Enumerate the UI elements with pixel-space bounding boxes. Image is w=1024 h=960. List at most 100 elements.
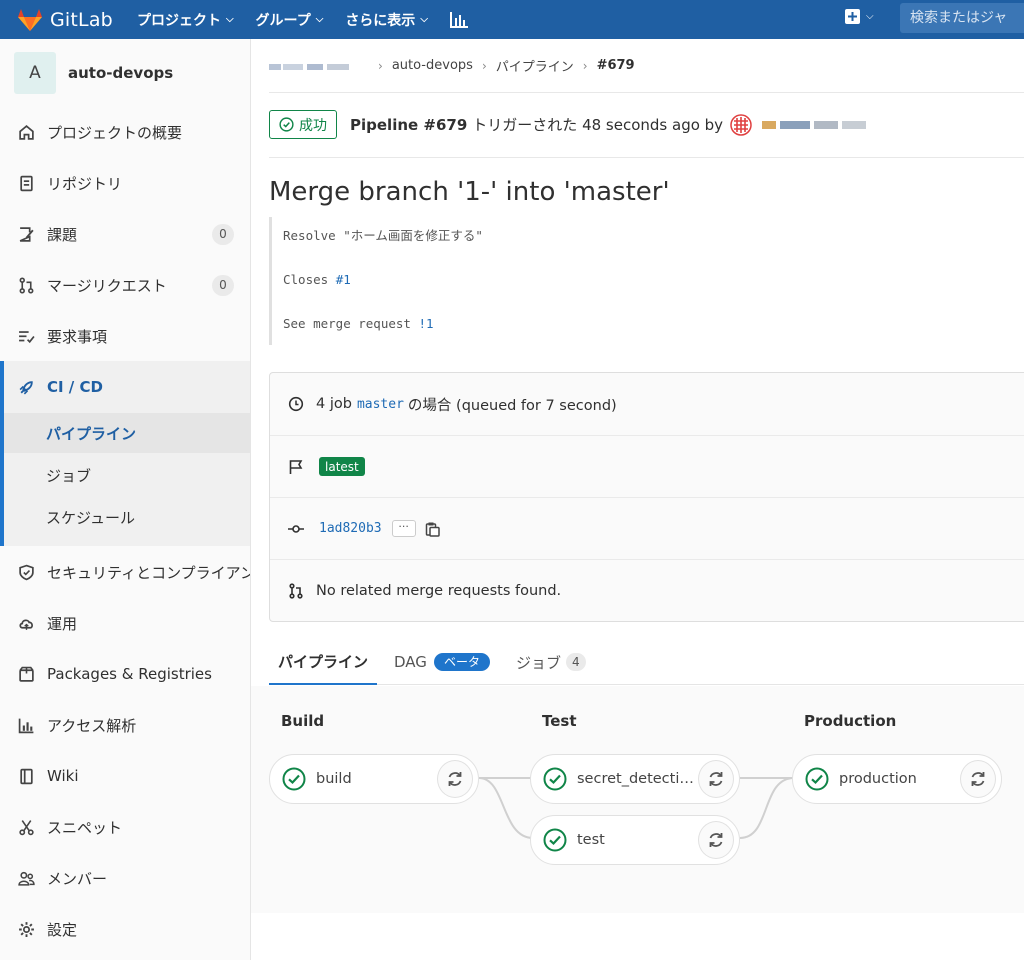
- check-circle-icon: [279, 117, 294, 132]
- commit-line: Resolve "ホーム画面を修正する": [283, 228, 483, 243]
- project-header[interactable]: A auto-devops: [0, 39, 250, 107]
- sidebar-item-repository[interactable]: リポジトリ: [0, 163, 250, 203]
- success-status-icon: [543, 828, 567, 852]
- copy-icon[interactable]: [425, 521, 441, 537]
- jobs-info-row: 4 job master の場合 (queued for 7 second): [270, 373, 1024, 435]
- package-icon: [19, 666, 34, 682]
- sidebar-item-cicd[interactable]: CI / CD: [4, 367, 250, 407]
- user-avatar[interactable]: [730, 113, 752, 136]
- new-item-button[interactable]: ⌵: [845, 9, 874, 24]
- users-icon: [18, 871, 35, 886]
- expand-commit-button[interactable]: ···: [391, 520, 416, 537]
- sidebar-item-packages[interactable]: Packages & Registries: [0, 654, 250, 694]
- clock-icon: [288, 396, 304, 412]
- breadcrumb: › auto-devops › パイプライン › #679: [269, 56, 635, 75]
- status-badge[interactable]: 成功: [269, 110, 337, 139]
- job-name: test: [577, 832, 605, 848]
- chevron-down-icon: ⌵: [225, 14, 234, 25]
- nav-groups[interactable]: グループ ⌵: [256, 10, 324, 30]
- book-icon: [20, 768, 33, 784]
- chevron-down-icon: ⌵: [420, 14, 428, 25]
- requirements-icon: [19, 330, 35, 343]
- redacted-namespace[interactable]: [269, 61, 369, 71]
- commit-line: See merge request !1: [283, 316, 434, 331]
- sidebar-item-settings[interactable]: 設定: [0, 909, 250, 949]
- sidebar-item-merge-requests[interactable]: マージリクエスト 0: [0, 265, 250, 305]
- commit-sha-link[interactable]: 1ad820b3: [319, 521, 382, 536]
- pipeline-triggered-text: トリガーされた 48 seconds ago by: [472, 116, 724, 134]
- pipeline-id: Pipeline #679: [350, 115, 468, 134]
- sidebar-item-operations[interactable]: 運用: [0, 603, 250, 643]
- chevron-right-icon: ›: [481, 58, 487, 73]
- sidebar-item-snippets[interactable]: スニペット: [0, 807, 250, 847]
- sidebar-item-overview[interactable]: プロジェクトの概要: [0, 112, 250, 152]
- breadcrumb-project[interactable]: auto-devops: [392, 58, 473, 73]
- retry-button[interactable]: [698, 760, 734, 798]
- success-status-icon: [805, 767, 829, 791]
- plus-square-icon: [845, 9, 860, 24]
- scissors-icon: [19, 819, 34, 835]
- retry-icon: [709, 772, 723, 786]
- gear-icon: [19, 921, 34, 937]
- tanuki-icon: [18, 8, 42, 31]
- tab-jobs[interactable]: ジョブ 4: [507, 639, 595, 685]
- rocket-icon: [19, 380, 33, 394]
- retry-icon: [709, 833, 723, 847]
- merge-request-link[interactable]: !1: [418, 316, 433, 331]
- search-input[interactable]: 検索またはジャ: [900, 3, 1024, 33]
- sidebar-item-requirements[interactable]: 要求事項: [0, 316, 250, 356]
- nav-projects[interactable]: プロジェクト ⌵: [137, 10, 234, 30]
- breadcrumb-pipelines[interactable]: パイプライン: [496, 56, 574, 75]
- doc-icon: [20, 175, 33, 191]
- commit-message: Resolve "ホーム画面を修正する" Closes #1 See merge…: [269, 217, 1024, 345]
- sidebar-item-issues[interactable]: 課題 0: [0, 214, 250, 254]
- sidebar-subitem-pipelines[interactable]: パイプライン: [4, 413, 250, 453]
- merge-request-icon: [19, 276, 34, 294]
- success-status-icon: [543, 767, 567, 791]
- redacted-username[interactable]: [762, 119, 872, 131]
- gitlab-logo[interactable]: GitLab: [18, 8, 113, 31]
- breadcrumb-current[interactable]: #679: [597, 58, 635, 73]
- project-avatar: A: [14, 52, 56, 94]
- activity-chart-icon[interactable]: [449, 11, 468, 28]
- sidebar-subitem-schedules[interactable]: スケジュール: [4, 497, 250, 537]
- sidebar-item-members[interactable]: メンバー: [0, 858, 250, 898]
- stage-title: Production: [804, 712, 897, 730]
- sidebar-item-analytics[interactable]: アクセス解析: [0, 705, 250, 745]
- issues-icon: [19, 226, 34, 242]
- jobs-count-badge: 4: [565, 653, 586, 671]
- pipeline-tabs: パイプライン DAG ベータ ジョブ 4: [269, 639, 1024, 685]
- sidebar-item-security[interactable]: セキュリティとコンプライアンス: [0, 552, 250, 592]
- nav-more[interactable]: さらに表示 ⌵: [345, 10, 428, 30]
- top-navbar: GitLab プロジェクト ⌵ グループ ⌵ さらに表示 ⌵ ⌵ 検索またはジャ: [0, 0, 1024, 39]
- jobs-count-text: 4 job: [316, 396, 352, 412]
- chevron-down-icon: ⌵: [866, 11, 874, 22]
- home-icon: [19, 124, 34, 140]
- sidebar-subitem-jobs[interactable]: ジョブ: [4, 455, 250, 495]
- job-test[interactable]: test: [530, 815, 740, 865]
- sidebar-item-wiki[interactable]: Wiki: [0, 756, 250, 796]
- chart-icon: [18, 718, 34, 733]
- divider: [269, 157, 1024, 158]
- stage-title: Build: [281, 712, 325, 730]
- job-secret-detection[interactable]: secret_detection_...: [530, 754, 740, 804]
- flag-icon: [289, 459, 303, 474]
- app-name: GitLab: [50, 8, 113, 31]
- issue-link[interactable]: #1: [336, 272, 351, 287]
- chevron-right-icon: ›: [378, 58, 383, 73]
- queued-text: の場合 (queued for 7 second): [407, 397, 617, 414]
- branch-link[interactable]: master: [357, 397, 404, 412]
- retry-button[interactable]: [698, 821, 734, 859]
- mr-count-badge: 0: [212, 275, 234, 296]
- shield-icon: [19, 564, 34, 580]
- tab-dag[interactable]: DAG ベータ: [385, 639, 499, 685]
- commit-icon: [288, 524, 304, 533]
- retry-button[interactable]: [960, 760, 996, 798]
- job-build[interactable]: build: [269, 754, 479, 804]
- job-production[interactable]: production: [792, 754, 1002, 804]
- retry-button[interactable]: [437, 760, 473, 798]
- chevron-down-icon: ⌵: [315, 14, 324, 25]
- chevron-right-icon: ›: [582, 58, 588, 73]
- divider: [269, 92, 1024, 93]
- tab-pipeline[interactable]: パイプライン: [269, 639, 378, 685]
